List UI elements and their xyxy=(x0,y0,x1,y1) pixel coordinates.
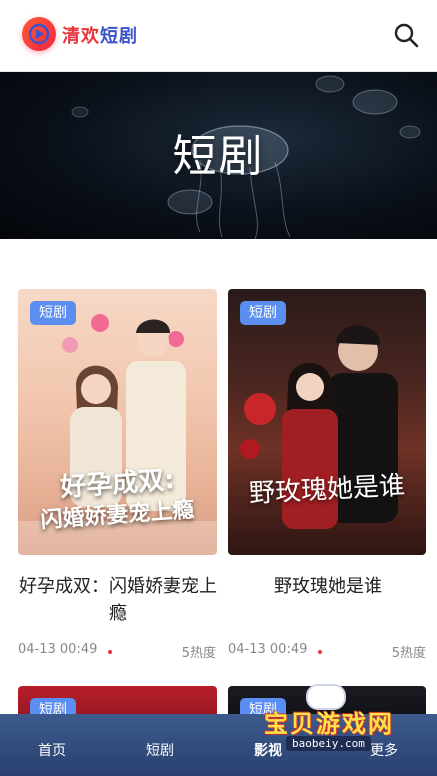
watermark-title: 宝贝游戏网 xyxy=(264,710,394,738)
drama-title[interactable]: 野玫瑰她是谁 xyxy=(228,573,428,600)
heat-count: 5热度 xyxy=(181,646,216,661)
poster-image[interactable]: 短剧 野玫瑰她是谁 xyxy=(228,289,426,555)
publish-date: 04-13 00:49 xyxy=(228,642,308,657)
drama-title[interactable]: 好孕成双：闪婚娇妻宠上瘾 xyxy=(18,573,218,627)
publish-date: 04-13 00:49 xyxy=(18,642,98,657)
drama-card-2[interactable]: 短剧 野玫瑰她是谁 野玫瑰她是谁 04-13 00:49 5热度 xyxy=(228,289,428,669)
search-icon[interactable] xyxy=(393,22,419,48)
play-logo-icon[interactable] xyxy=(22,17,56,51)
category-badge: 短剧 xyxy=(30,301,76,325)
banner-title: 短剧 xyxy=(172,131,265,182)
heat-count: 5热度 xyxy=(391,646,426,661)
poster-image[interactable]: 短剧 好孕成双: 闪婚娇妻宠上瘾 xyxy=(18,289,217,555)
app-name-part1: 清欢 xyxy=(62,26,100,47)
category-badge: 短剧 xyxy=(240,301,286,325)
drama-card-1[interactable]: 短剧 好孕成双: 闪婚娇妻宠上瘾 好孕成双：闪婚娇妻宠上瘾 04-13 00:4… xyxy=(18,289,218,669)
app-header: 清欢短剧 xyxy=(0,0,437,72)
app-name: 清欢短剧 xyxy=(62,22,138,48)
category-banner: 短剧 xyxy=(0,72,437,239)
watermark-url: baobeiy.com xyxy=(286,736,371,751)
tab-short-drama[interactable]: 短剧 xyxy=(146,740,174,760)
app-name-part2: 短剧 xyxy=(100,26,138,47)
separator-dot xyxy=(318,650,322,654)
poster-couple-illustration xyxy=(240,325,398,529)
separator-dot xyxy=(108,650,112,654)
site-watermark: 宝贝游戏网 baobeiy.com xyxy=(256,684,436,756)
tab-home[interactable]: 首页 xyxy=(38,740,66,760)
